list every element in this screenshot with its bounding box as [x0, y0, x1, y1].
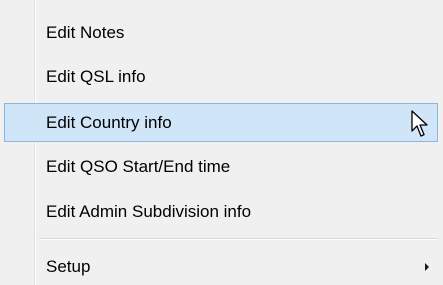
- menu-item-edit-qso-start-end-time[interactable]: Edit QSO Start/End time: [4, 147, 438, 186]
- menu-item-label: Edit QSO Start/End time: [46, 156, 231, 176]
- menu-item-edit-qsl-info[interactable]: Edit QSL info: [4, 57, 438, 96]
- chevron-right-icon: [425, 262, 429, 271]
- menu-item-label: Edit QSL info: [46, 66, 146, 86]
- menu-item-setup[interactable]: Setup: [4, 247, 438, 285]
- context-menu: Edit Notes Edit QSL info Edit Country in…: [0, 0, 443, 285]
- menu-item-label: Edit Country info: [46, 112, 172, 132]
- menu-item-edit-notes[interactable]: Edit Notes: [4, 13, 438, 52]
- menu-separator-highlight: [39, 239, 438, 240]
- menu-item-label: Edit Admin Subdivision info: [46, 201, 252, 221]
- mouse-pointer-icon: [411, 110, 428, 137]
- menu-item-edit-country-info[interactable]: Edit Country info: [4, 103, 438, 142]
- menu-item-label: Edit Notes: [46, 22, 125, 42]
- menu-item-edit-admin-subdivision-info[interactable]: Edit Admin Subdivision info: [4, 192, 438, 231]
- menu-item-label: Setup: [46, 256, 91, 276]
